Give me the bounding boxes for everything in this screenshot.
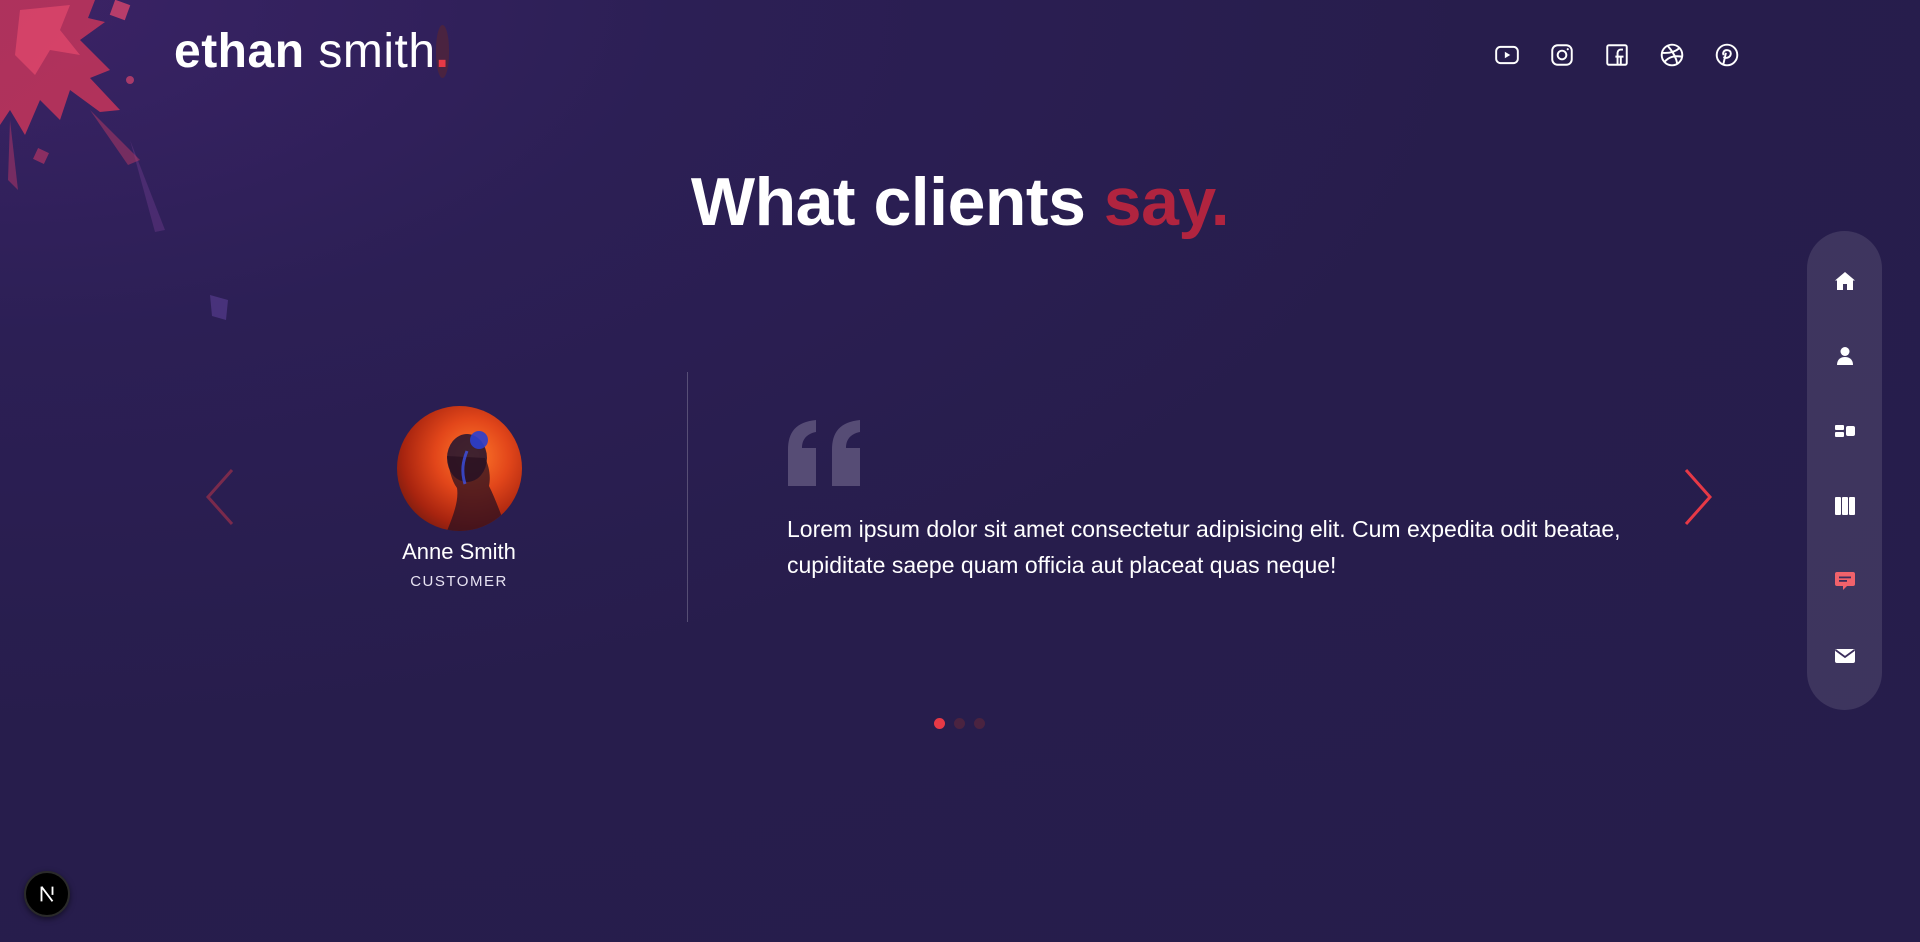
nav-about[interactable]: [1832, 339, 1858, 373]
nav-contact[interactable]: [1832, 639, 1858, 673]
testimonial-quote: Lorem ipsum dolor sit amet consectetur a…: [787, 516, 1621, 578]
divider: [687, 372, 688, 622]
pagination-dot[interactable]: [934, 718, 945, 729]
home-icon: [1834, 272, 1855, 290]
testimonial-person: Anne Smith CUSTOMER: [359, 406, 559, 590]
chevron-left-icon: [205, 469, 234, 525]
title-main: What clients: [690, 164, 1104, 240]
chevron-right-icon: [1684, 469, 1713, 525]
nextjs-logo-icon: [40, 886, 54, 902]
nav-work[interactable]: [1832, 489, 1858, 523]
services-icon: [1834, 425, 1855, 437]
youtube-icon[interactable]: [1494, 42, 1520, 68]
page: ethan smith. What clients say. Anne Smit…: [0, 0, 1920, 942]
prev-slide-button[interactable]: [200, 466, 240, 528]
testimonials-icon: [1834, 572, 1855, 590]
quote-icon: [786, 420, 862, 486]
user-icon: [1836, 347, 1853, 365]
logo[interactable]: ethan smith.: [174, 25, 450, 78]
instagram-icon[interactable]: [1549, 42, 1575, 68]
side-navigation: [1807, 231, 1882, 710]
nextjs-badge[interactable]: [24, 871, 70, 917]
dribbble-icon[interactable]: [1659, 42, 1685, 68]
nav-home[interactable]: [1832, 264, 1858, 298]
title-accent: say.: [1103, 164, 1230, 240]
pagination-dot[interactable]: [974, 718, 985, 729]
next-slide-button[interactable]: [1678, 466, 1718, 528]
nav-services[interactable]: [1832, 414, 1858, 448]
pagination-dot[interactable]: [954, 718, 965, 729]
logo-first-name: ethan: [174, 25, 305, 78]
logo-dot: .: [435, 25, 450, 78]
testimonial-role: CUSTOMER: [410, 573, 508, 590]
slider-pagination: [934, 718, 985, 729]
mail-icon: [1834, 649, 1855, 663]
facebook-icon[interactable]: [1604, 42, 1630, 68]
nav-testimonials[interactable]: [1832, 564, 1858, 598]
logo-last-name: smith: [318, 25, 436, 78]
work-icon: [1834, 497, 1855, 515]
testimonial-name: Anne Smith: [402, 539, 516, 564]
social-links: [1494, 42, 1740, 68]
pinterest-icon[interactable]: [1714, 42, 1740, 68]
page-title: What clients say.: [0, 168, 1920, 236]
avatar: [396, 406, 522, 531]
